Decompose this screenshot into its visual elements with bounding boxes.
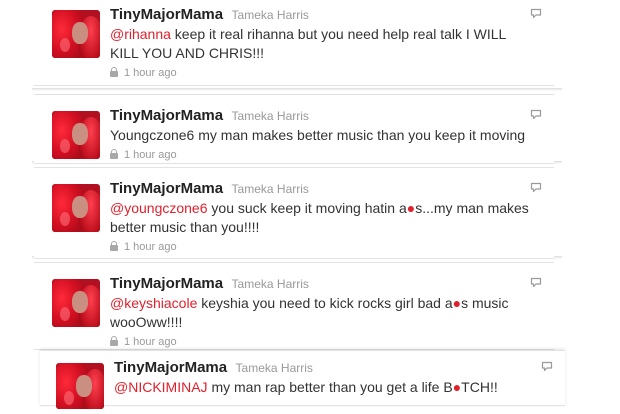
tweet-content: TinyMajorMama Tameka Harris @NICKIMINAJ … — [114, 359, 545, 414]
tweet-text-segment: keyshia you need to kick rocks girl bad … — [197, 295, 453, 311]
lock-icon — [110, 336, 118, 346]
tweet-item[interactable]: TinyMajorMama Tameka Harris @keyshiacole… — [34, 262, 554, 350]
reply-icon[interactable] — [541, 359, 553, 372]
tweet-text-segment: Youngczone6 my man makes better music th… — [110, 127, 526, 143]
avatar[interactable] — [52, 184, 100, 232]
tweet-content: TinyMajorMama Tameka Harris @rihanna kee… — [110, 6, 534, 80]
avatar[interactable] — [56, 363, 104, 409]
tweet-content: TinyMajorMama Tameka Harris Youngczone6 … — [110, 107, 534, 162]
real-name: Tameka Harris — [231, 109, 309, 123]
username-link[interactable]: TinyMajorMama — [110, 107, 223, 124]
divider-shadow — [32, 88, 562, 91]
censor-blot: ● — [452, 295, 462, 311]
tweet-content: TinyMajorMama Tameka Harris @keyshiacole… — [110, 275, 534, 349]
real-name: Tameka Harris — [231, 8, 309, 22]
censor-blot: ● — [406, 200, 416, 216]
avatar-highlight — [60, 38, 70, 52]
mention-link[interactable]: @youngczone6 — [110, 200, 208, 216]
tweet-meta: 1 hour ago — [110, 66, 534, 80]
censor-blot: ● — [452, 379, 462, 395]
mention-link[interactable]: @NICKIMINAJ — [114, 379, 208, 395]
username-link[interactable]: TinyMajorMama — [110, 180, 223, 197]
tweet-header: TinyMajorMama Tameka Harris — [114, 359, 545, 377]
timestamp-link[interactable]: 1 hour ago — [124, 67, 177, 79]
tweet-text-segment: you suck keep it moving hatin a — [207, 200, 407, 216]
username-link[interactable]: TinyMajorMama — [114, 359, 227, 376]
avatar-face — [76, 375, 92, 397]
avatar[interactable] — [52, 10, 100, 58]
tweet-meta: 1 hour ago — [110, 240, 534, 254]
lock-icon — [110, 241, 118, 251]
avatar-face — [72, 22, 88, 44]
avatar-face — [72, 123, 88, 145]
tweet-content: TinyMajorMama Tameka Harris @youngczone6… — [110, 180, 534, 254]
tweet-text: @rihanna keep it real rihanna but you ne… — [110, 25, 534, 63]
tweet-header: TinyMajorMama Tameka Harris — [110, 107, 534, 125]
timestamp-link[interactable]: 1 hour ago — [124, 241, 177, 253]
tweet-item[interactable]: TinyMajorMama Tameka Harris Youngczone6 … — [34, 94, 554, 164]
tweet-item[interactable]: TinyMajorMama Tameka Harris @rihanna kee… — [34, 0, 554, 86]
tweet-text: Youngczone6 my man makes better music th… — [110, 126, 534, 145]
tweet-header: TinyMajorMama Tameka Harris — [110, 180, 534, 198]
real-name: Tameka Harris — [231, 277, 309, 291]
username-link[interactable]: TinyMajorMama — [110, 6, 223, 23]
tweet-text: @youngczone6 you suck keep it moving hat… — [110, 199, 534, 237]
avatar[interactable] — [52, 279, 100, 327]
tweet-header: TinyMajorMama Tameka Harris — [110, 6, 534, 24]
tweet-item[interactable]: TinyMajorMama Tameka Harris @youngczone6… — [34, 167, 554, 259]
lock-icon — [110, 149, 118, 159]
avatar-face — [72, 196, 88, 218]
avatar-highlight — [64, 391, 74, 405]
tweet-text: @NICKIMINAJ my man rap better than you g… — [114, 378, 545, 397]
avatar-highlight — [60, 307, 70, 321]
username-link[interactable]: TinyMajorMama — [110, 275, 223, 292]
lock-icon — [110, 67, 118, 77]
mention-link[interactable]: @keyshiacole — [110, 295, 197, 311]
real-name: Tameka Harris — [231, 182, 309, 196]
reply-icon[interactable] — [530, 107, 542, 120]
avatar-highlight — [60, 139, 70, 153]
timestamp-link[interactable]: 1 hour ago — [124, 336, 177, 348]
tweet-meta: 1 hour ago — [110, 335, 534, 349]
avatar-highlight — [60, 212, 70, 226]
tweet-text-segment: my man rap better than you get a life B — [207, 379, 453, 395]
tweet-item[interactable]: TinyMajorMama Tameka Harris @NICKIMINAJ … — [40, 350, 565, 409]
reply-icon[interactable] — [530, 6, 542, 19]
tweet-text: @keyshiacole keyshia you need to kick ro… — [110, 294, 534, 332]
tweet-meta: 1 hour ago — [110, 148, 534, 162]
avatar[interactable] — [52, 111, 100, 159]
real-name: Tameka Harris — [235, 361, 313, 375]
avatar-face — [72, 291, 88, 313]
reply-icon[interactable] — [530, 180, 542, 193]
tweet-header: TinyMajorMama Tameka Harris — [110, 275, 534, 293]
timestamp-link[interactable]: 1 hour ago — [124, 149, 177, 161]
mention-link[interactable]: @rihanna — [110, 26, 171, 42]
tweet-text-segment: TCH!! — [461, 379, 498, 395]
reply-icon[interactable] — [530, 275, 542, 288]
